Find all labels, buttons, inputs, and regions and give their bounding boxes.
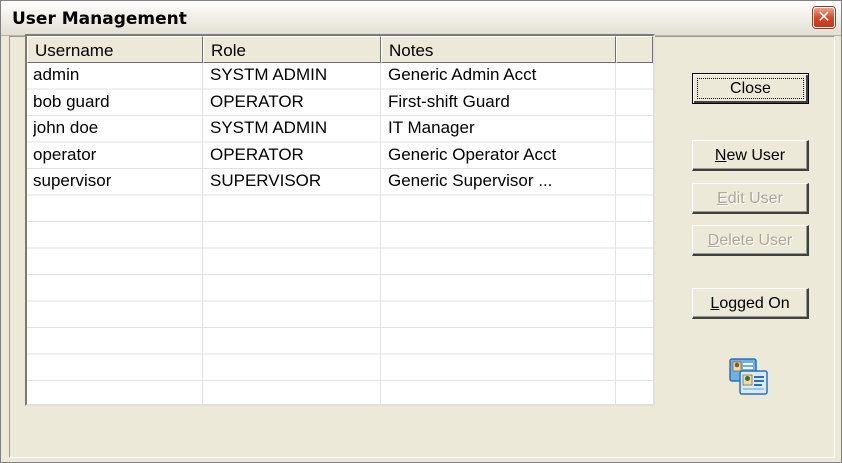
- edit-user-label: dit User: [727, 189, 783, 207]
- logged-on-button[interactable]: Logged On: [692, 288, 809, 319]
- notes-cell: IT Manager: [388, 118, 475, 137]
- username-cell: john doe: [33, 118, 99, 137]
- users-icon: [729, 358, 768, 395]
- new-user-label: ew User: [726, 146, 786, 164]
- table-row[interactable]: bob guard OPERATOR First-shift Guard: [27, 90, 653, 116]
- notes-cell: Generic Supervisor ...: [388, 171, 553, 190]
- delete-user-button[interactable]: Delete User: [692, 225, 809, 256]
- column-header-username[interactable]: Username: [27, 36, 203, 63]
- notes-cell: First-shift Guard: [388, 91, 510, 111]
- focus-rectangle: [697, 78, 804, 99]
- new-user-button[interactable]: New User: [692, 140, 809, 171]
- column-header-role[interactable]: Role: [203, 36, 381, 63]
- table-row[interactable]: supervisor SUPERVISOR Generic Supervisor…: [27, 169, 653, 195]
- close-icon[interactable]: ✕: [813, 7, 835, 28]
- table-row[interactable]: john doe SYSTM ADMIN IT Manager: [27, 116, 653, 142]
- username-cell: bob guard: [33, 91, 110, 111]
- username-cell: operator: [33, 144, 97, 164]
- column-header-empty: [616, 36, 653, 63]
- table-row[interactable]: admin SYSTM ADMIN Generic Admin Acct: [27, 63, 653, 89]
- column-header-notes[interactable]: Notes: [381, 36, 616, 63]
- list-body: admin SYSTM ADMIN Generic Admin Acct bob…: [27, 63, 653, 404]
- notes-cell: Generic Operator Acct: [388, 144, 557, 164]
- title-bar[interactable]: User Management ✕: [1, 1, 841, 36]
- delete-user-label: elete User: [719, 231, 793, 249]
- username-cell: supervisor: [33, 171, 112, 190]
- role-cell: SYSTM ADMIN: [210, 65, 328, 84]
- logged-on-label: ogged On: [719, 294, 790, 312]
- edit-user-mnemonic: E: [717, 189, 728, 207]
- user-management-window: User Management ✕ Username Role Notes ad…: [0, 0, 842, 463]
- role-cell: SYSTM ADMIN: [210, 118, 328, 137]
- delete-user-mnemonic: D: [707, 231, 720, 249]
- edit-user-button[interactable]: Edit User: [692, 183, 809, 214]
- username-cell: admin: [33, 65, 80, 84]
- close-button[interactable]: Close: [692, 73, 809, 104]
- list-header: Username Role Notes: [27, 36, 653, 63]
- window-title: User Management: [12, 9, 187, 29]
- role-cell: SUPERVISOR: [210, 171, 322, 190]
- new-user-mnemonic: N: [714, 146, 727, 164]
- logged-on-mnemonic: L: [710, 294, 720, 312]
- users-list[interactable]: Username Role Notes admin SYSTM ADMIN Ge…: [25, 34, 655, 406]
- role-cell: OPERATOR: [210, 144, 304, 164]
- table-row[interactable]: operator OPERATOR Generic Operator Acct: [27, 143, 653, 169]
- role-cell: OPERATOR: [210, 91, 304, 111]
- notes-cell: Generic Admin Acct: [388, 65, 537, 84]
